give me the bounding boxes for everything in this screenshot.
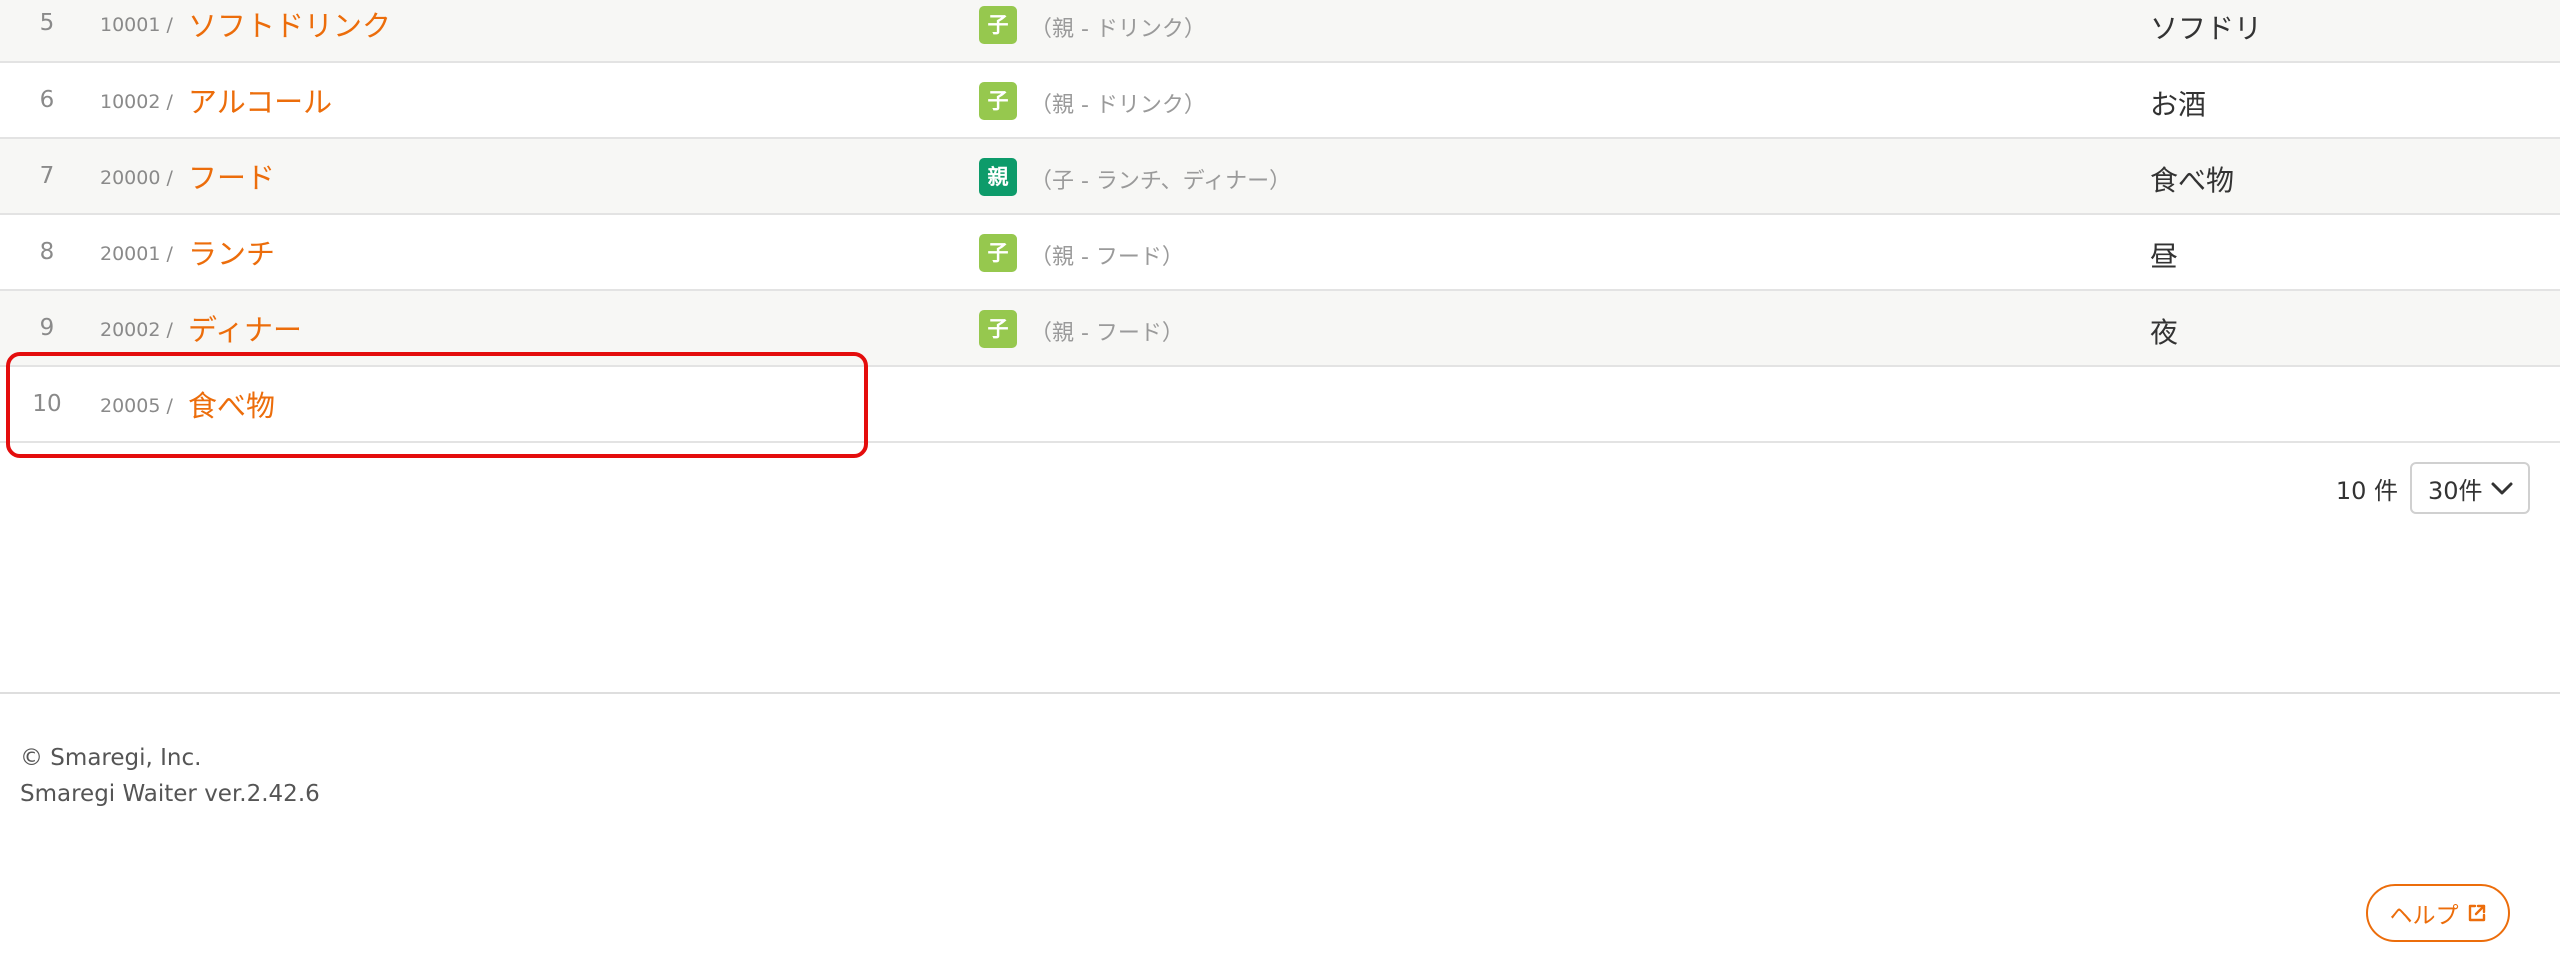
category-code: 20001 / <box>100 243 173 265</box>
relation-text: （子 - ランチ、ディナー） <box>1030 169 1292 194</box>
external-link-icon <box>2468 904 2485 922</box>
relation-text: （親 - フード） <box>1030 321 1184 346</box>
footer-divider <box>0 692 2560 694</box>
display-name: ソフドリ <box>2150 12 2263 45</box>
pager: 10 件 30件 <box>2336 462 2530 514</box>
child-badge: 子 <box>979 310 1017 348</box>
category-code: 20000 / <box>100 167 173 189</box>
category-name-link[interactable]: 食べ物 <box>188 383 275 425</box>
relation-text: （親 - ドリンク） <box>1030 17 1206 42</box>
display-name: 夜 <box>2150 316 2179 349</box>
table-row: 9 20002 / ディナー 子 （親 - フード） 夜 <box>0 291 2560 367</box>
category-name-link[interactable]: フード <box>188 155 275 197</box>
child-badge: 子 <box>979 6 1017 44</box>
display-name: お酒 <box>2150 88 2207 121</box>
table-row: 7 20000 / フード 親 （子 - ランチ、ディナー） 食べ物 <box>0 139 2560 215</box>
table-row: 5 10001 / ソフトドリンク 子 （親 - ドリンク） ソフドリ <box>0 0 2560 63</box>
per-page-select[interactable]: 30件 <box>2410 462 2530 514</box>
category-name-link[interactable]: ディナー <box>188 307 302 349</box>
copyright-text: © Smaregi, Inc. <box>20 745 202 771</box>
child-badge: 子 <box>979 234 1017 272</box>
row-number: 5 <box>39 10 55 36</box>
category-table: 5 10001 / ソフトドリンク 子 （親 - ドリンク） ソフドリ 6 10… <box>0 0 2560 443</box>
result-count: 10 件 <box>2335 476 2398 505</box>
table-row: 8 20001 / ランチ 子 （親 - フード） 昼 <box>0 215 2560 291</box>
category-code: 10001 / <box>100 14 173 36</box>
category-code: 20005 / <box>100 395 173 417</box>
row-number: 7 <box>39 163 55 189</box>
help-label: ヘルプ <box>2389 903 2459 929</box>
category-code: 10002 / <box>100 91 173 113</box>
version-text: Smaregi Waiter ver.2.42.6 <box>20 781 320 807</box>
row-number: 8 <box>39 239 55 265</box>
display-name: 食べ物 <box>2150 164 2235 197</box>
relation-text: （親 - フード） <box>1030 245 1184 270</box>
footer: © Smaregi, Inc. Smaregi Waiter ver.2.42.… <box>20 740 320 812</box>
help-button[interactable]: ヘルプ <box>2366 884 2510 942</box>
relation-text: （親 - ドリンク） <box>1030 93 1206 118</box>
display-name: 昼 <box>2150 240 2179 273</box>
child-badge: 子 <box>979 82 1017 120</box>
row-number: 6 <box>39 87 55 113</box>
category-name-link[interactable]: アルコール <box>188 79 332 121</box>
per-page-value: 30件 <box>2428 476 2483 505</box>
category-name-link[interactable]: ランチ <box>188 231 275 273</box>
category-name-link[interactable]: ソフトドリンク <box>188 3 391 45</box>
table-row: 6 10002 / アルコール 子 （親 - ドリンク） お酒 <box>0 63 2560 139</box>
row-number: 10 <box>32 391 62 417</box>
parent-badge: 親 <box>979 158 1017 196</box>
chevron-down-icon <box>2491 482 2513 495</box>
row-number: 9 <box>39 315 55 341</box>
category-code: 20002 / <box>100 319 173 341</box>
table-row: 10 20005 / 食べ物 <box>0 367 2560 443</box>
